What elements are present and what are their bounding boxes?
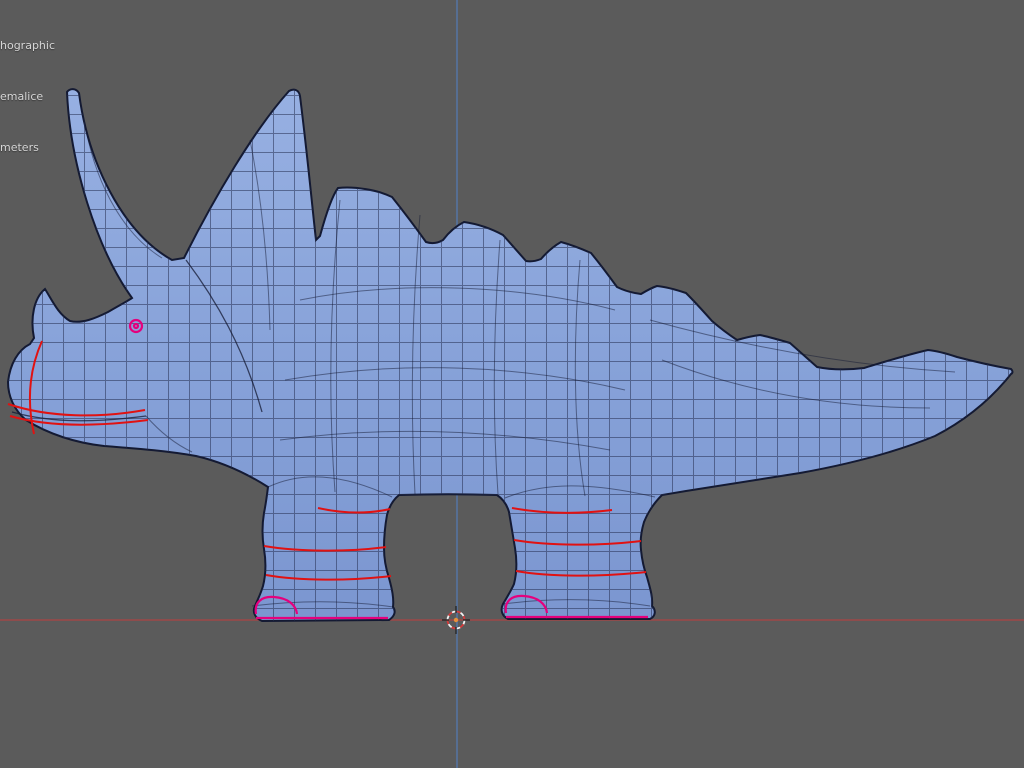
3d-cursor [442, 606, 470, 634]
view-mode-label: hographic [0, 39, 56, 52]
object-origin-dot [453, 617, 459, 623]
object-name-label: emalice [0, 90, 44, 103]
units-label: meters [0, 141, 39, 154]
dinosaur-mesh[interactable] [6, 88, 1014, 623]
viewport-overlay-text: hographic emalice meters [0, 3, 55, 190]
viewport-canvas[interactable] [0, 0, 1024, 768]
mesh-wireframe [8, 89, 1013, 621]
blender-3d-viewport[interactable]: hographic emalice meters [0, 0, 1024, 768]
